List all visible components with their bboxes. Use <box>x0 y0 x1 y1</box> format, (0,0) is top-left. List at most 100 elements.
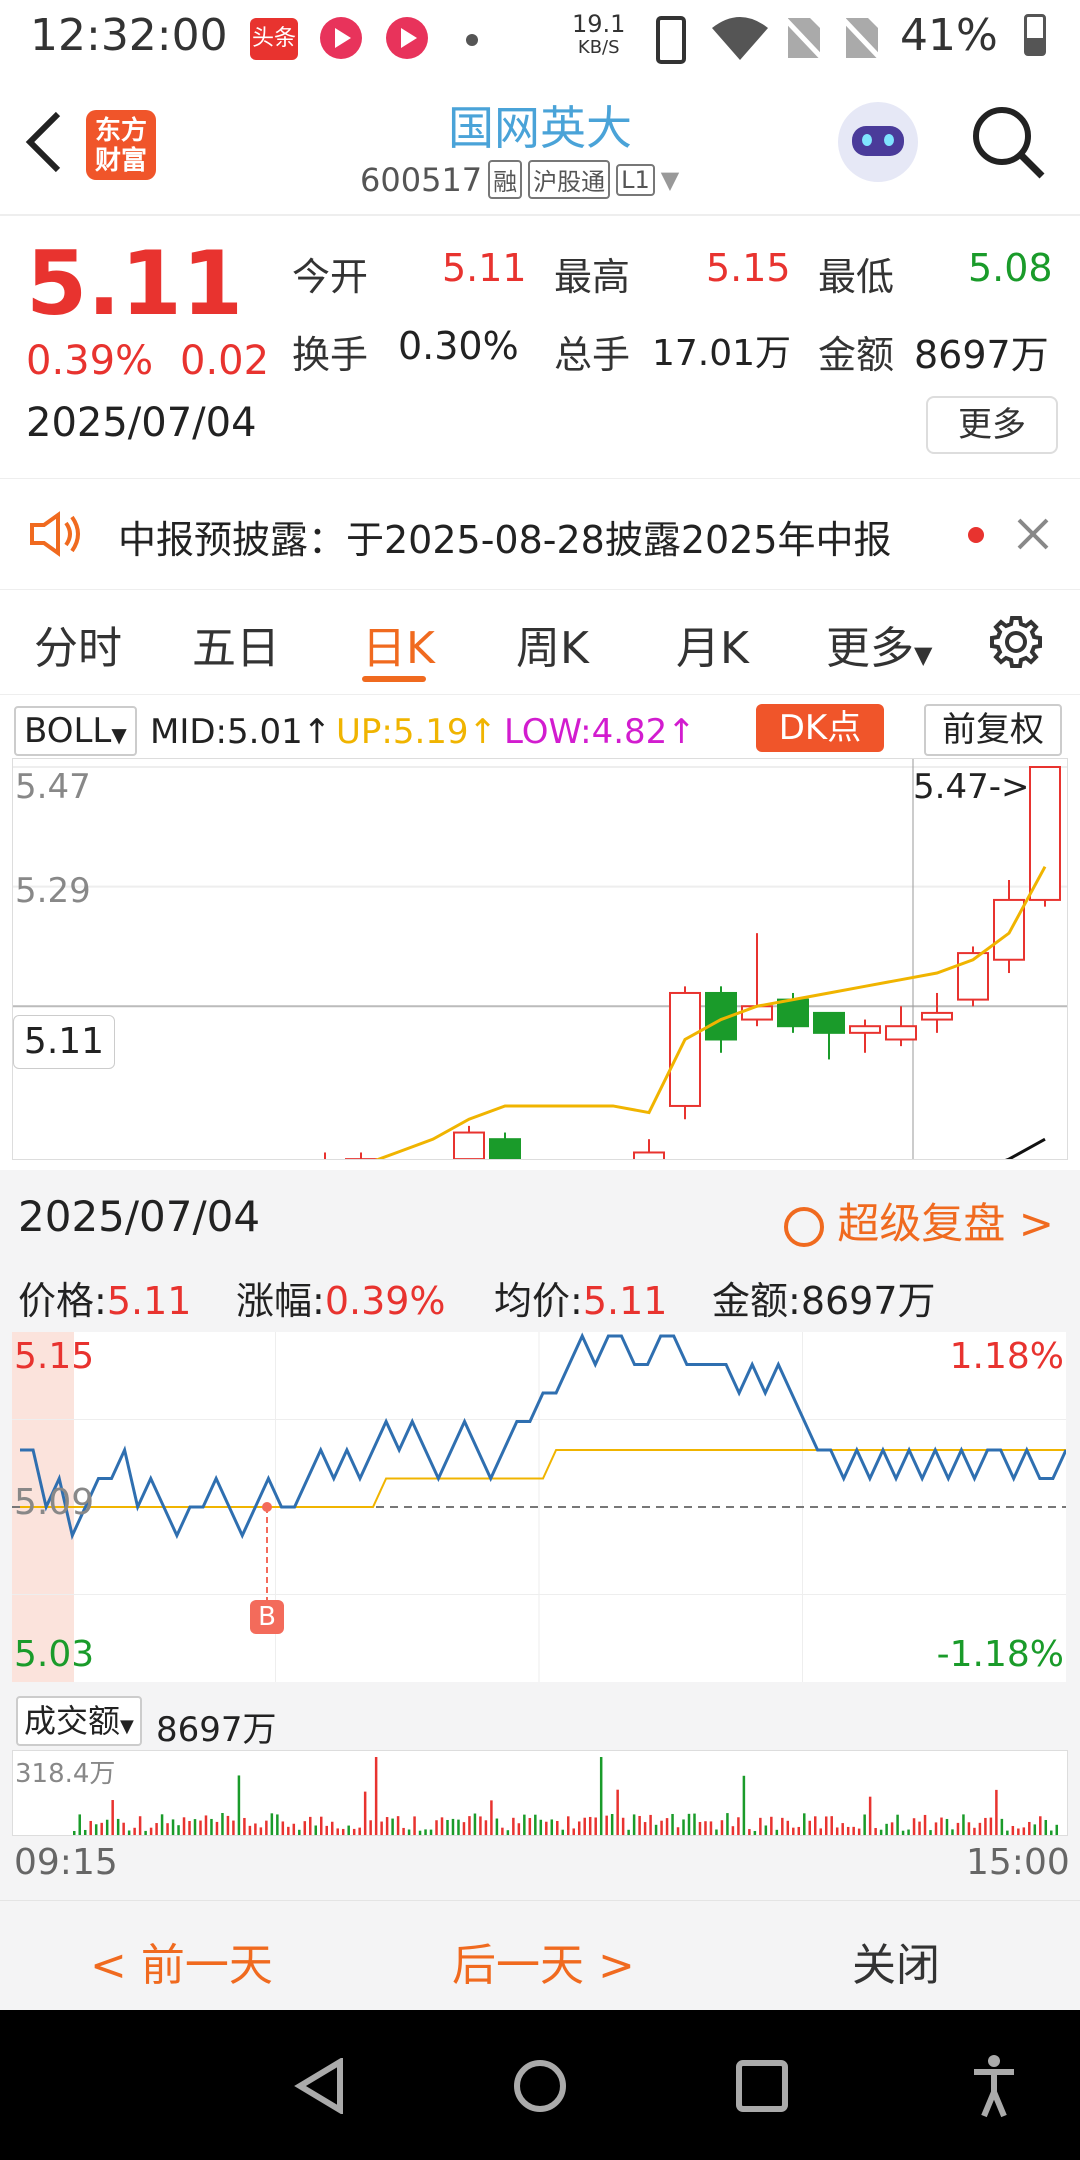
recents-nav-icon[interactable] <box>734 2058 790 2114</box>
time-start: 09:15 <box>14 1842 118 1883</box>
avg-price-line <box>20 1449 1066 1508</box>
robot-assistant-icon[interactable] <box>838 102 918 182</box>
volume-bar <box>588 1816 592 1835</box>
status-bar: 12:32:00 头条 19.1 KB/S 41% <box>0 0 1080 76</box>
volume-bar <box>995 1789 998 1835</box>
back-nav-icon[interactable] <box>292 2058 348 2114</box>
video-app-icon <box>320 17 362 59</box>
volume-bar <box>737 1817 740 1835</box>
volume-bar <box>462 1822 466 1835</box>
intraday-chart[interactable]: 5.15 5.09 5.03 1.18% -1.18% B <box>12 1332 1068 1682</box>
change-percent: 0.39% <box>26 338 154 384</box>
volume-bar <box>149 1827 153 1835</box>
volume-bar <box>127 1830 131 1835</box>
close-button[interactable]: 关闭 <box>852 1929 940 1993</box>
chevron-down-icon: ▼ <box>111 723 127 747</box>
buy-marker[interactable]: B <box>250 1600 284 1634</box>
volume-bar <box>907 1829 910 1835</box>
accessibility-icon[interactable] <box>970 2054 1018 2118</box>
more-button[interactable]: 更多 <box>926 396 1058 454</box>
volume-bar <box>210 1818 213 1835</box>
volume-bar <box>967 1822 971 1835</box>
volume-bar <box>643 1822 647 1835</box>
volume-bar <box>846 1826 850 1835</box>
chart-tabs: 分时 五日 日K 周K 月K 更多▼ <box>0 590 1080 695</box>
volume-bar <box>396 1816 400 1835</box>
volume-bar <box>786 1820 790 1835</box>
volume-bar <box>83 1829 87 1835</box>
volume-bar <box>320 1816 323 1835</box>
adjust-type-button[interactable]: 前复权 <box>924 704 1062 756</box>
volume-bar <box>501 1827 504 1835</box>
volume-bar <box>912 1818 916 1835</box>
volume-bar <box>160 1814 164 1835</box>
gear-icon[interactable] <box>988 614 1044 670</box>
volume-bar <box>687 1813 691 1835</box>
volume-bar <box>567 1816 570 1835</box>
low-value: 5.08 <box>968 246 1053 290</box>
volume-bar <box>215 1821 219 1835</box>
chevron-down-icon[interactable]: ▼ <box>661 166 679 194</box>
system-nav-bar <box>0 2010 1080 2160</box>
indicator-select[interactable]: BOLL▼ <box>14 706 137 756</box>
volume-bar <box>188 1820 191 1835</box>
volume-bar <box>287 1826 290 1835</box>
volume-bar <box>868 1796 872 1835</box>
volume-bar <box>956 1822 960 1835</box>
notice-bar[interactable]: 中报预披露：于2025-08-28披露2025年中报 <box>0 478 1080 590</box>
candle-body <box>669 991 701 1107</box>
volume-bar <box>621 1817 625 1835</box>
super-review-link[interactable]: 超级复盘 > <box>784 1190 1054 1251</box>
open-value: 5.11 <box>442 246 527 290</box>
quote-date: 2025/07/04 <box>26 400 257 446</box>
stock-sub-info: 600517 融 沪股通 L1 ▼ <box>360 160 679 199</box>
level-tag: L1 <box>616 163 655 196</box>
volume-bar <box>852 1826 855 1835</box>
volume-bar <box>599 1757 603 1835</box>
candle-body <box>633 1151 665 1159</box>
volume-bar <box>665 1818 669 1835</box>
volume-bar <box>341 1828 345 1835</box>
volume-bar <box>347 1825 350 1835</box>
volume-bar <box>945 1818 949 1835</box>
current-price: 5.11 <box>26 232 244 335</box>
search-icon[interactable] <box>968 102 1048 182</box>
volume-label: 总手 <box>554 333 631 377</box>
dk-point-button[interactable]: DK点 <box>756 704 884 752</box>
candle-body <box>849 1025 881 1034</box>
volume-bar <box>742 1775 746 1835</box>
volume-type-select[interactable]: 成交额▼ <box>16 1696 142 1746</box>
volume-bar <box>270 1813 274 1835</box>
home-nav-icon[interactable] <box>512 2058 568 2114</box>
candle <box>633 1139 665 1159</box>
prev-day-button[interactable]: < 前一天 <box>90 1929 273 1993</box>
tab-monthly-k[interactable]: 月K <box>676 612 749 676</box>
kline-chart[interactable]: 5.47 5.29 5.11 5.47-> <box>12 758 1068 1160</box>
volume-bar <box>479 1816 482 1835</box>
volume-bar <box>572 1828 575 1835</box>
candle <box>885 1006 917 1047</box>
kline-svg <box>13 759 1067 1159</box>
volume-bar <box>254 1823 257 1835</box>
volume-bar <box>330 1821 334 1835</box>
volume-bar <box>709 1821 713 1835</box>
volume-bar <box>89 1820 92 1835</box>
volume-bar <box>610 1814 614 1835</box>
volume-bar <box>336 1828 339 1835</box>
tab-more[interactable]: 更多▼ <box>826 612 932 676</box>
tab-daily-k[interactable]: 日K <box>362 612 435 676</box>
volume-bar <box>221 1813 224 1835</box>
candle <box>669 986 701 1120</box>
candle <box>489 1132 521 1159</box>
stock-header: 东方 财富 国网英大 600517 融 沪股通 L1 ▼ <box>0 80 1080 210</box>
volume-bar <box>1033 1824 1037 1835</box>
volume-bar <box>385 1817 389 1835</box>
tab-five-day[interactable]: 五日 <box>192 612 280 676</box>
close-icon[interactable] <box>1016 517 1050 551</box>
volume-bar <box>451 1818 455 1835</box>
next-day-button[interactable]: 后一天 > <box>452 1929 635 1993</box>
volume-bar <box>682 1819 685 1835</box>
tab-weekly-k[interactable]: 周K <box>516 612 589 676</box>
tab-intraday[interactable]: 分时 <box>34 612 122 676</box>
volume-bar <box>105 1819 109 1835</box>
